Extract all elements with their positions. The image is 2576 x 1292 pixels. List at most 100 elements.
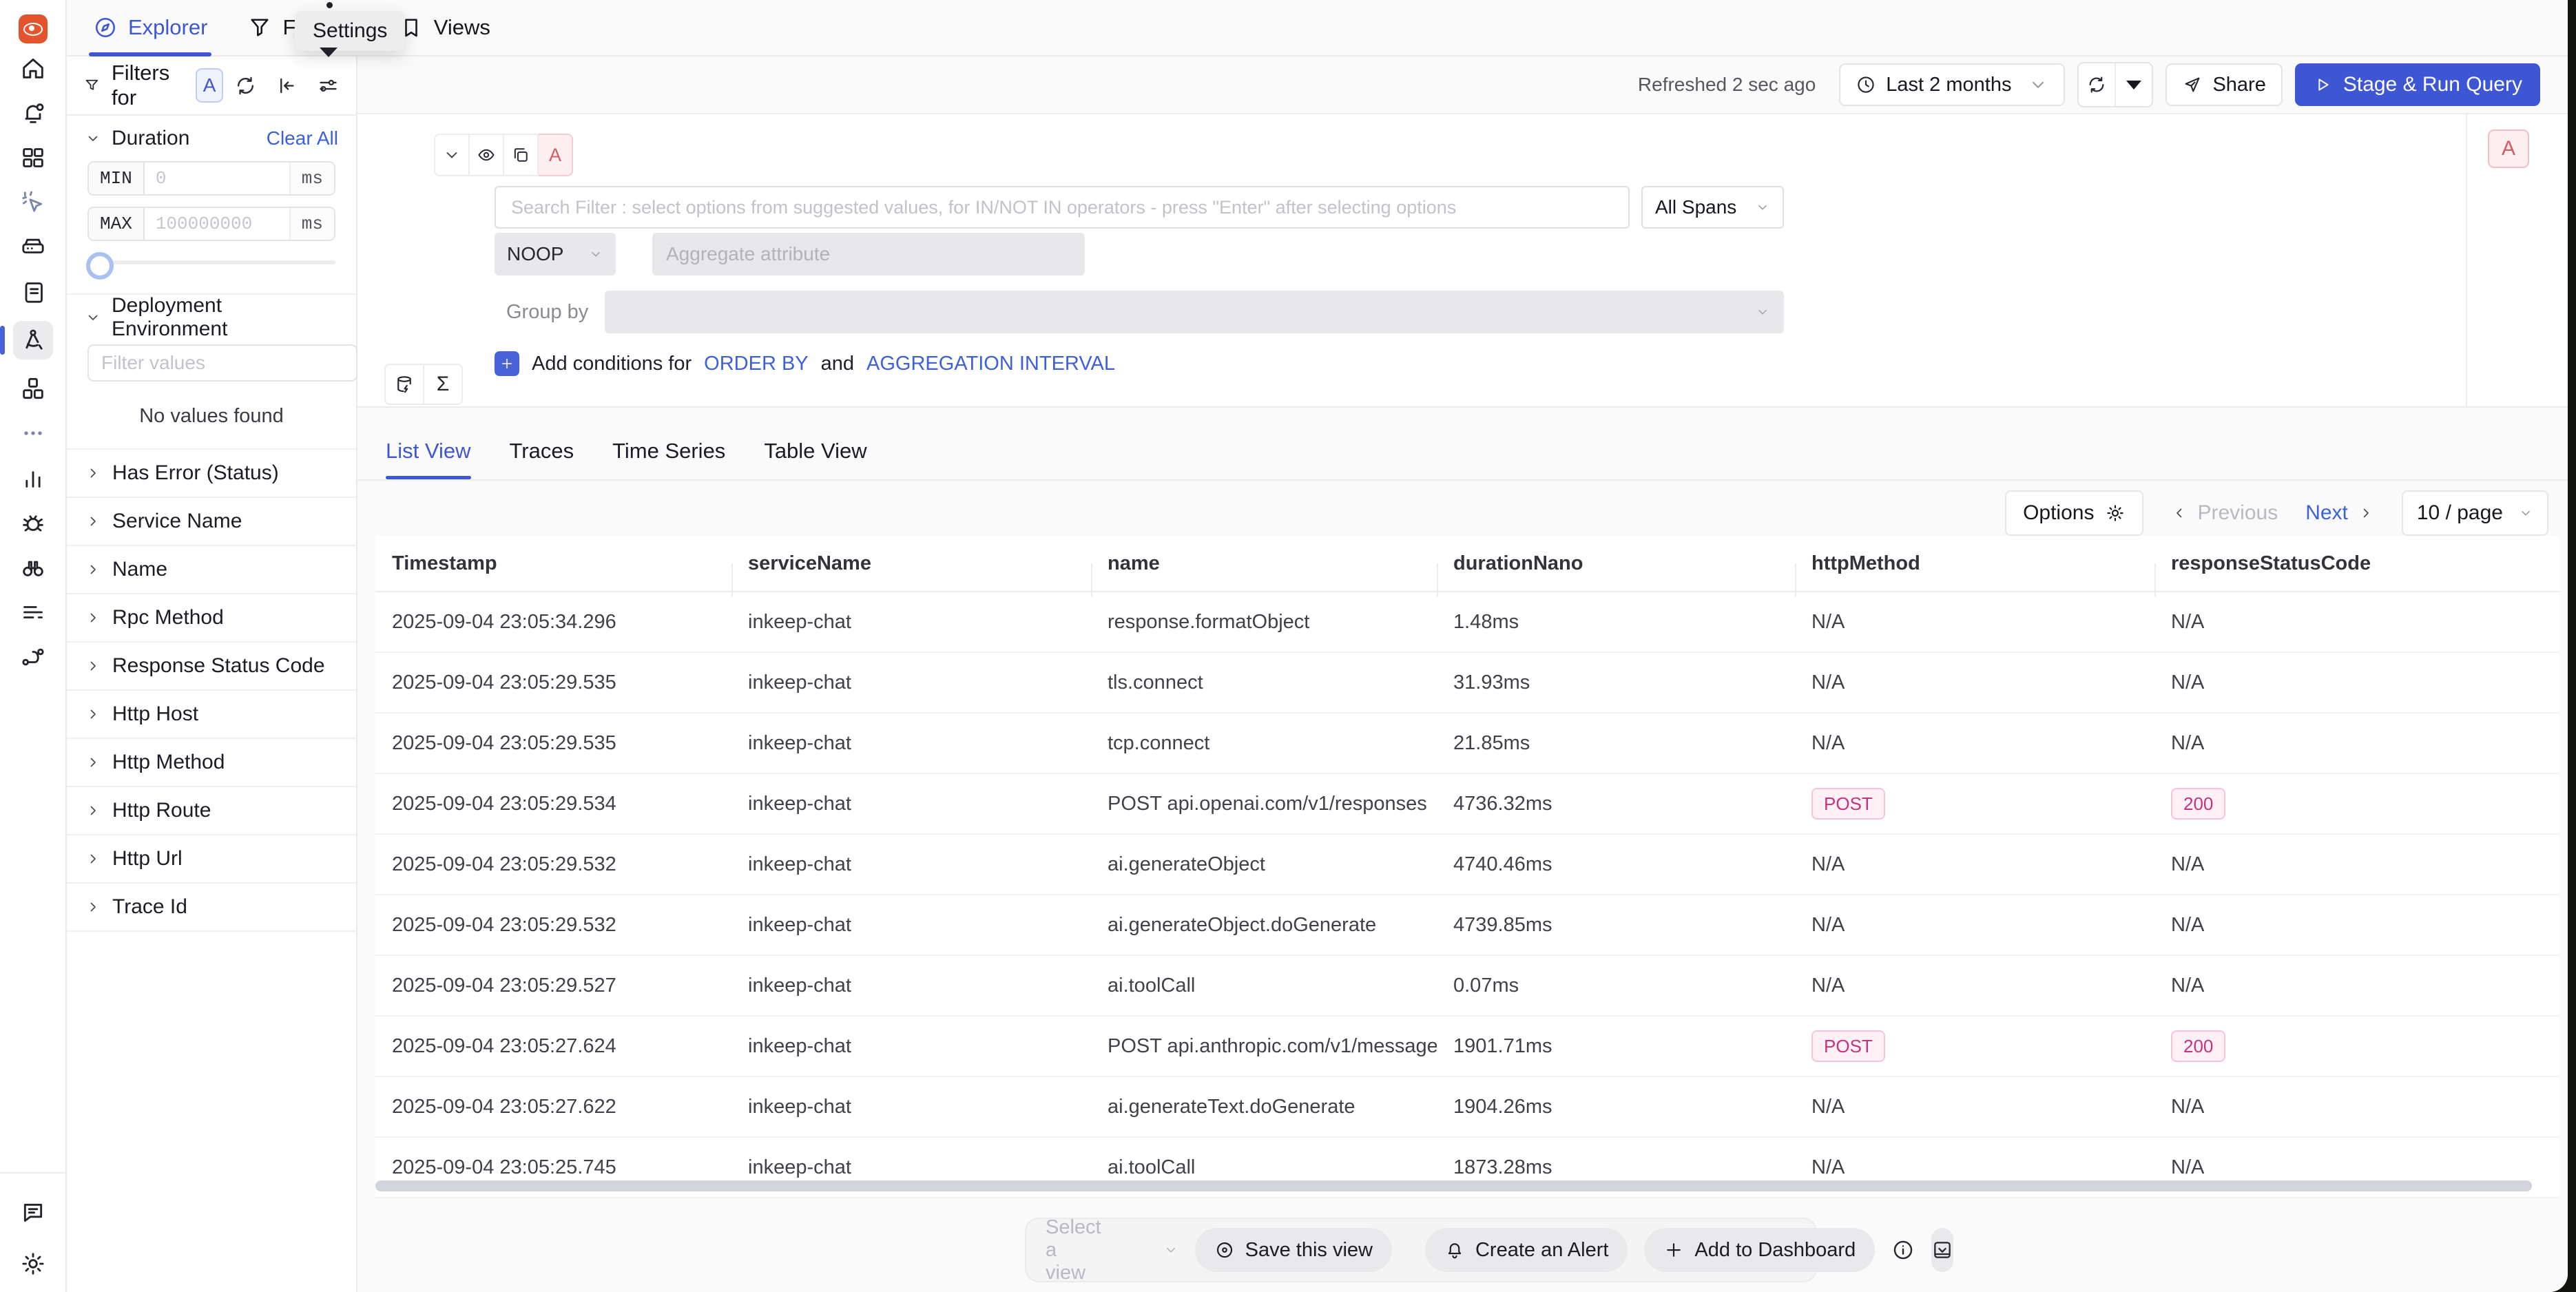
query-source-button[interactable] [384,364,424,405]
col-response-status[interactable]: responseStatusCode [2154,552,2559,575]
sidebar-item-exceptions-bug[interactable] [13,507,53,539]
select-view-dropdown[interactable]: Select a view [1046,1216,1178,1284]
aggregate-op-select[interactable]: NOOP [495,233,616,275]
refresh-menu-button[interactable] [2115,63,2152,106]
aggregation-interval-link[interactable]: AGGREGATION INTERVAL [866,353,1115,375]
sidebar-item-traces[interactable] [13,321,53,360]
add-condition-button[interactable] [495,351,519,376]
filter-section-http-method[interactable]: Http Method [67,739,356,787]
duration-slider[interactable] [87,252,335,273]
page-size-select[interactable]: 10 / page [2402,490,2548,536]
share-button[interactable]: Share [2165,63,2282,106]
sidebar-item-logs[interactable] [13,276,53,308]
sidebar-item-services[interactable] [13,373,53,404]
table-row[interactable]: 2025-09-04 23:05:29.532 inkeep-chat ai.g… [375,895,2559,956]
toggle-visibility-button[interactable] [470,134,504,176]
filter-section-http-route[interactable]: Http Route [67,787,356,835]
gear-icon [2105,503,2126,523]
filter-section-trace-id[interactable]: Trace Id [67,884,356,932]
table-row[interactable]: 2025-09-04 23:05:27.624 inkeep-chat POST… [375,1017,2559,1077]
col-duration[interactable]: durationNano [1437,552,1795,575]
filters-query-chip[interactable]: A [196,68,223,103]
cell-response-status: N/A [2154,975,2559,997]
order-by-link[interactable]: ORDER BY [704,353,808,375]
view-tab-table-view[interactable]: Table View [764,423,866,479]
refresh-icon [2086,74,2107,95]
filter-section-http-url[interactable]: Http Url [67,835,356,884]
add-to-dashboard-button[interactable]: Add to Dashboard [1644,1228,1875,1272]
col-timestamp[interactable]: Timestamp [375,552,731,575]
filter-section-name[interactable]: Name [67,546,356,594]
filter-section-rpc-method[interactable]: Rpc Method [67,594,356,643]
sidebar-item-home[interactable] [13,52,53,84]
clear-all-link[interactable]: Clear All [267,127,338,149]
formula-button[interactable]: Σ [424,364,463,405]
duration-min-input[interactable] [145,163,289,194]
sidebar-item-get-started-cursor[interactable] [13,187,53,218]
query-a-chip[interactable]: A [2488,129,2529,168]
chevron-right-icon [85,851,101,867]
view-tab-traces[interactable]: Traces [510,423,574,479]
sidebar-item-dashboards-grid[interactable] [13,142,53,174]
duration-section-header[interactable]: Duration Clear All [67,116,356,161]
table-row[interactable]: 2025-09-04 23:05:29.527 inkeep-chat ai.t… [375,956,2559,1017]
collapse-query-button[interactable] [434,134,470,176]
create-alert-button[interactable]: Create an Alert [1425,1228,1628,1272]
filter-settings-icon[interactable] [317,74,340,97]
export-image-button[interactable] [1931,1228,1953,1272]
filter-section-has-error-status-[interactable]: Has Error (Status) [67,450,356,498]
duration-max-input[interactable] [145,208,289,240]
sync-icon[interactable] [234,74,257,97]
clone-query-button[interactable] [504,134,539,176]
table-row[interactable]: 2025-09-04 23:05:29.532 inkeep-chat ai.g… [375,835,2559,895]
col-name[interactable]: name [1091,552,1437,575]
aggregate-attribute-input[interactable]: Aggregate attribute [652,233,1085,275]
view-tab-time-series[interactable]: Time Series [612,423,725,479]
span-scope-select[interactable]: All Spans [1641,186,1784,229]
cell-duration: 0.07ms [1437,975,1795,997]
group-by-select[interactable] [605,291,1784,333]
filter-section-http-host[interactable]: Http Host [67,691,356,739]
table-row[interactable]: 2025-09-04 23:05:34.296 inkeep-chat resp… [375,592,2559,653]
search-filter-input[interactable] [495,186,1630,229]
deployment-env-header[interactable]: Deployment Environment [67,295,356,340]
nav-rail-items [0,52,65,673]
tab-views[interactable]: Views [399,0,490,55]
col-service-name[interactable]: serviceName [731,552,1091,575]
slider-handle[interactable] [86,252,114,280]
tab-explorer[interactable]: Explorer [93,0,207,55]
stage-run-query-button[interactable]: Stage & Run Query [2295,63,2540,106]
sidebar-item-alerts-bell[interactable] [13,97,53,129]
filter-section-response-status-code[interactable]: Response Status Code [67,643,356,691]
time-range-select[interactable]: Last 2 months [1839,63,2065,106]
table-row[interactable]: 2025-09-04 23:05:29.535 inkeep-chat tcp.… [375,713,2559,774]
table-row[interactable]: 2025-09-04 23:05:29.535 inkeep-chat tls.… [375,653,2559,713]
signoz-logo[interactable] [19,14,48,43]
next-page-button[interactable]: Next [2305,501,2374,525]
info-button[interactable] [1891,1236,1915,1264]
sidebar-item-messaging-queues[interactable] [13,641,53,673]
sidebar-item-service-map-binoculars[interactable] [13,552,53,583]
horizontal-scrollbar[interactable] [375,1180,2532,1191]
sidebar-item-metrics-chart[interactable] [13,462,53,494]
filter-values-input[interactable] [87,344,357,382]
view-tab-list-view[interactable]: List View [386,423,471,479]
col-http-method[interactable]: httpMethod [1795,552,2154,575]
sidebar-item-support-chat[interactable] [13,1197,53,1229]
table-row[interactable]: 2025-09-04 23:05:29.534 inkeep-chat POST… [375,774,2559,835]
table-row[interactable]: 2025-09-04 23:05:27.622 inkeep-chat ai.g… [375,1077,2559,1138]
refresh-button[interactable] [2079,63,2115,106]
filter-section-service-name[interactable]: Service Name [67,498,356,546]
options-button[interactable]: Options [2005,490,2143,536]
save-view-button[interactable]: Save this view [1195,1228,1392,1272]
previous-page-button[interactable]: Previous [2171,501,2278,525]
sidebar-item-logs-pipelines[interactable] [13,596,53,628]
sidebar-item-settings-gear[interactable] [13,1248,53,1280]
sidebar-item-more-dots[interactable] [13,417,53,449]
sidebar-item-infrastructure[interactable] [13,231,53,263]
footer-action-bar: Select a view Save this view Create an A… [1025,1218,1817,1282]
collapse-panel-icon[interactable] [276,74,298,97]
cell-service-name: inkeep-chat [731,1096,1091,1118]
query-label-chip[interactable]: A [539,134,573,176]
compass-icon [93,15,118,40]
